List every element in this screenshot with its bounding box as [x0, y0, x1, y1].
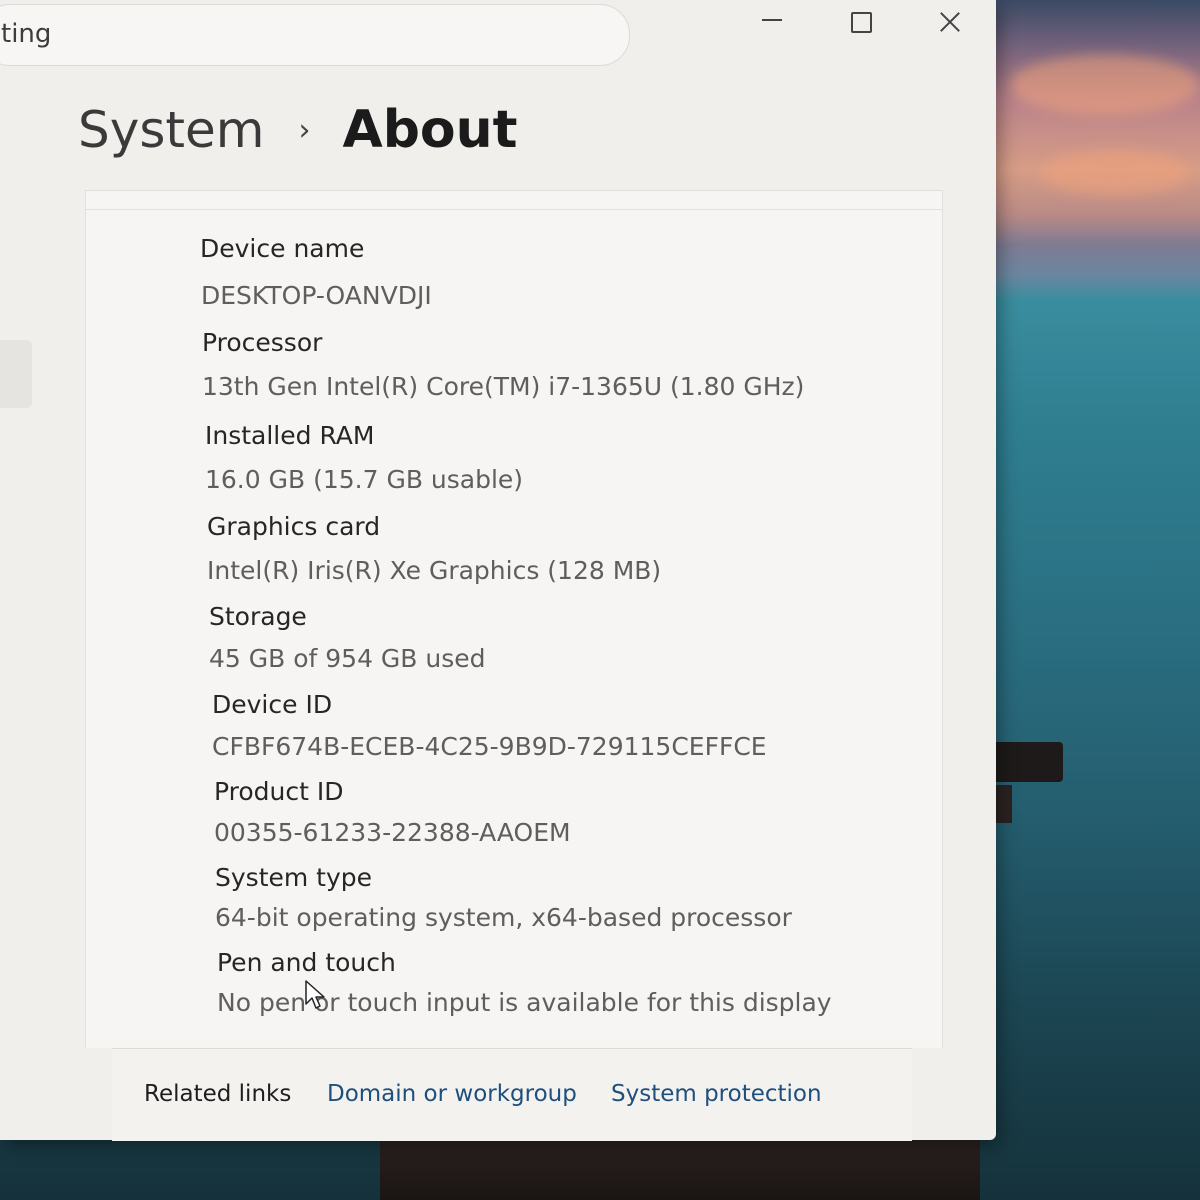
- spec-device-name: Device name DESKTOP-OANVDJI: [200, 234, 432, 310]
- spec-device-id: Device ID CFBF674B-ECEB-4C25-9B9D-729115…: [212, 690, 767, 761]
- minimize-button[interactable]: [742, 0, 802, 44]
- spec-processor: Processor 13th Gen Intel(R) Core(TM) i7-…: [202, 328, 804, 401]
- spec-label: Device name: [200, 234, 365, 263]
- spec-label: Product ID: [214, 777, 344, 806]
- breadcrumb: System › About: [78, 100, 518, 160]
- spec-label: Graphics card: [207, 512, 381, 541]
- spec-label: Installed RAM: [205, 421, 375, 450]
- chevron-right-icon: ›: [298, 112, 311, 148]
- spec-label: Storage: [209, 602, 307, 631]
- settings-window: ting System › About Device name DESKTOP-…: [0, 0, 996, 1141]
- related-links-bar: Related links Domain or workgroup System…: [112, 1048, 912, 1141]
- device-specifications-card: Device name DESKTOP-OANVDJI Processor 13…: [85, 190, 943, 1048]
- spec-graphics-card: Graphics card Intel(R) Iris(R) Xe Graphi…: [207, 512, 661, 585]
- spec-storage: Storage 45 GB of 954 GB used: [209, 602, 486, 673]
- spec-value: 16.0 GB (15.7 GB usable): [205, 465, 524, 494]
- wallpaper-cloud: [1010, 55, 1200, 115]
- close-button[interactable]: [920, 0, 980, 44]
- related-links-label: Related links: [144, 1081, 292, 1107]
- spec-label: Pen and touch: [217, 948, 396, 977]
- spec-value: Intel(R) Iris(R) Xe Graphics (128 MB): [207, 556, 662, 585]
- search-input[interactable]: ting: [1, 19, 51, 49]
- spec-value: CFBF674B-ECEB-4C25-9B9D-729115CEFFCE: [212, 732, 767, 761]
- search-box[interactable]: ting: [0, 4, 630, 66]
- system-protection-link[interactable]: System protection: [611, 1081, 822, 1107]
- spec-value: 13th Gen Intel(R) Core(TM) i7-1365U (1.8…: [202, 372, 805, 401]
- page-title: About: [342, 100, 518, 160]
- spec-product-id: Product ID 00355-61233-22388-AAOEM: [214, 777, 571, 847]
- breadcrumb-system[interactable]: System: [78, 101, 264, 159]
- spec-value: DESKTOP-OANVDJI: [201, 281, 432, 310]
- spec-label: System type: [215, 863, 373, 892]
- wallpaper-pier-base: [380, 1140, 980, 1200]
- wallpaper-cloud: [1040, 150, 1190, 195]
- spec-system-type: System type 64-bit operating system, x64…: [215, 863, 792, 932]
- minimize-icon: [762, 19, 782, 21]
- spec-label: Device ID: [212, 690, 333, 719]
- spec-installed-ram: Installed RAM 16.0 GB (15.7 GB usable): [205, 421, 523, 494]
- maximize-icon: [850, 11, 872, 33]
- spec-value: 45 GB of 954 GB used: [209, 644, 486, 673]
- device-specifications-list: Device name DESKTOP-OANVDJI Processor 13…: [86, 209, 942, 1048]
- domain-or-workgroup-link[interactable]: Domain or workgroup: [327, 1081, 577, 1107]
- mouse-cursor-icon: [305, 980, 325, 1009]
- spec-label: Processor: [202, 328, 323, 357]
- maximize-button[interactable]: [831, 0, 891, 44]
- spec-value: 64-bit operating system, x64-based proce…: [215, 903, 792, 932]
- spec-value: 00355-61233-22388-AAOEM: [214, 818, 571, 847]
- close-icon: [938, 10, 962, 34]
- sidebar-selected-item[interactable]: [0, 340, 32, 408]
